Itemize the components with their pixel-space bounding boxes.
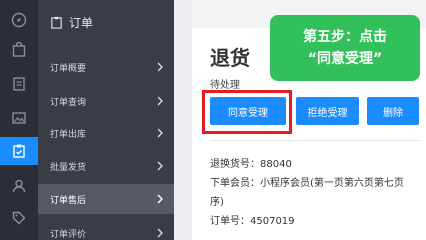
shopping-bag-icon[interactable] xyxy=(0,36,38,64)
chevron-right-icon xyxy=(157,161,163,171)
chevron-right-icon xyxy=(157,96,163,106)
chevron-right-icon xyxy=(157,128,163,138)
document-icon[interactable] xyxy=(0,70,38,98)
menu-item-print-ship[interactable]: 打单出库 xyxy=(38,118,174,148)
user-icon[interactable] xyxy=(0,172,38,200)
menu-item-batch-ship[interactable]: 批量发货 xyxy=(38,151,174,181)
compass-icon[interactable] xyxy=(0,6,38,34)
tag-icon[interactable] xyxy=(0,204,38,232)
delete-button[interactable]: 删除 xyxy=(367,97,419,125)
member-line-1: 下单会员：小程序会员(第一页第六页第七页 xyxy=(210,178,404,189)
submenu-header-label: 订单 xyxy=(69,15,94,30)
return-number: 退换货号：88040 xyxy=(210,159,292,170)
menu-item-order-review[interactable]: 订单评价 xyxy=(38,218,174,240)
status-text: 待处理 xyxy=(210,80,240,91)
order-submenu: 订单 订单概要 订单查询 打单出库 批量发货 订单售后 订单评价 xyxy=(38,0,174,240)
content-gutter xyxy=(174,0,192,240)
menu-item-label: 订单评价 xyxy=(50,229,87,240)
menu-item-label: 订单概要 xyxy=(50,63,87,74)
menu-item-order-summary[interactable]: 订单概要 xyxy=(38,52,174,82)
menu-item-label: 打单出库 xyxy=(50,129,87,140)
image-icon[interactable] xyxy=(0,104,38,132)
chevron-right-icon xyxy=(157,194,163,204)
menu-item-label: 订单查询 xyxy=(50,97,87,108)
page-title: 退货 xyxy=(210,46,250,70)
member-line-2: 序) xyxy=(210,197,224,208)
clipboard-icon[interactable] xyxy=(0,137,38,165)
instruction-tooltip: 第五步：点击 “同意受理” xyxy=(270,15,420,81)
icon-bar xyxy=(0,0,38,240)
chevron-right-icon xyxy=(157,228,163,238)
chevron-right-icon xyxy=(157,62,163,72)
menu-item-after-sales[interactable]: 订单售后 xyxy=(38,184,174,214)
menu-item-label: 批量发货 xyxy=(50,162,87,173)
reject-button[interactable]: 拒绝受理 xyxy=(296,97,359,125)
submenu-header: 订单 xyxy=(38,0,174,44)
divider xyxy=(210,140,420,141)
highlight-box xyxy=(202,90,292,134)
clipboard-icon xyxy=(51,16,62,29)
tooltip-line-2: “同意受理” xyxy=(307,51,383,67)
menu-item-order-query[interactable]: 订单查询 xyxy=(38,86,174,116)
tooltip-line-1: 第五步：点击 xyxy=(303,29,387,45)
menu-item-label: 订单售后 xyxy=(50,195,87,206)
order-number: 订单号：4507019 xyxy=(210,216,295,227)
